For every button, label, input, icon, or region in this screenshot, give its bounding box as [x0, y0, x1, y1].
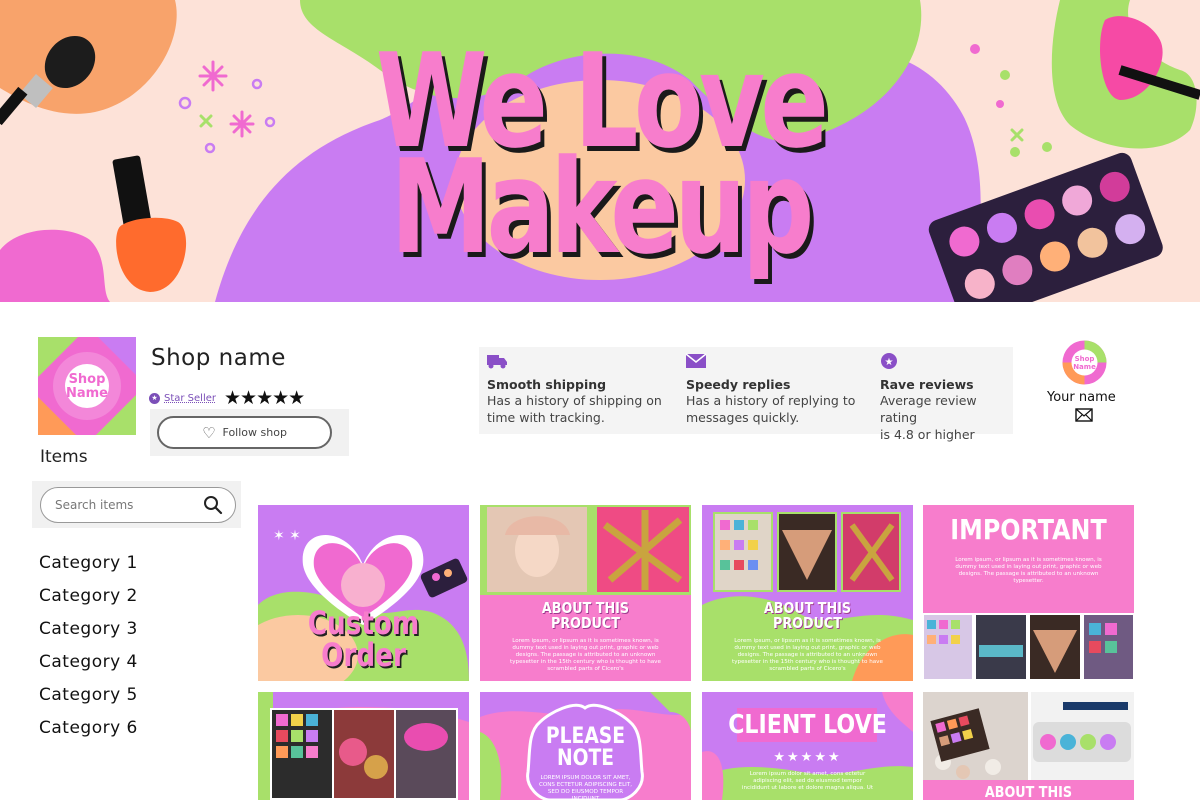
logo-text-line2: Name: [66, 386, 108, 401]
category-item[interactable]: Category 1: [39, 553, 138, 586]
stat-desc: Average review rating: [880, 393, 977, 425]
heart-icon: ♡: [202, 423, 216, 442]
card-title: PLEASE NOTE: [545, 724, 626, 771]
avatar-text-line1: Shop: [1075, 355, 1095, 363]
rating-stars: ★★★★★: [224, 387, 305, 409]
search-icon[interactable]: [203, 495, 223, 515]
category-item[interactable]: Category 2: [39, 586, 138, 619]
product-card-about-2[interactable]: ABOUT THIS PRODUCT Lorem ipsum, or lipsu…: [702, 505, 913, 681]
client-stars: ★★★★★: [773, 750, 842, 765]
truck-icon: [487, 355, 507, 369]
card-title: Custom Order: [307, 604, 420, 674]
star-badge-icon: ★: [881, 353, 897, 369]
shop-name: Shop name: [151, 345, 286, 371]
product-card-palettes[interactable]: [258, 692, 469, 800]
card-body: Lorem ipsum, or lipsum as it is sometime…: [510, 638, 661, 672]
card-body: LOREM IPSUM DOLOR SIT AMET, CONS ECTETUR…: [538, 775, 633, 800]
search-input[interactable]: [55, 498, 195, 512]
product-card-custom-order[interactable]: ✶ ✶ Custom Order: [258, 505, 469, 681]
shop-logo[interactable]: Shop Name: [38, 337, 136, 435]
card-title: ABOUT THIS PRODUCT: [541, 599, 630, 632]
card-artwork: [258, 692, 469, 800]
envelope-icon: [685, 353, 707, 368]
stat-shipping: Smooth shipping Has a history of shippin…: [487, 353, 662, 426]
card-title: ABOUT THIS PRODUCT: [763, 599, 852, 632]
svg-text:★: ★: [885, 357, 894, 368]
star-seller-badge: ★ Star Seller ★★★★★: [149, 387, 305, 409]
stat-desc: messages quickly.: [686, 410, 800, 425]
star-seller-icon: ★: [149, 392, 160, 404]
category-item[interactable]: Category 5: [39, 685, 138, 718]
category-item[interactable]: Category 4: [39, 652, 138, 685]
shop-banner: We Love Makeup: [0, 0, 1200, 302]
search-box[interactable]: [40, 487, 236, 523]
stat-desc: is 4.8 or higher: [880, 427, 975, 442]
card-title: IMPORTANT: [950, 513, 1107, 546]
stat-desc: Has a history of replying to: [686, 393, 856, 408]
shop-stats-bar: Smooth shipping Has a history of shippin…: [479, 347, 1013, 442]
star-seller-label[interactable]: Star Seller: [164, 393, 216, 404]
product-card-about-1[interactable]: ABOUT THIS PRODUCT Lorem ipsum, or lipsu…: [480, 505, 691, 681]
card-title: CLIENT LOVE: [728, 710, 887, 740]
follow-shop-label: Follow shop: [222, 426, 287, 439]
stat-replies: Speedy replies Has a history of replying…: [685, 353, 856, 426]
logo-text-line1: Shop: [69, 372, 106, 387]
card-body: Lorem ipsum dolor sit amet, cons ectetur…: [741, 771, 874, 791]
svg-text:✶ ✶: ✶ ✶: [273, 528, 301, 544]
stat-desc: Has a history of shipping on: [487, 393, 662, 408]
owner-name: Your name: [1047, 390, 1116, 405]
category-list: Category 1 Category 2 Category 3 Categor…: [39, 553, 138, 751]
product-card-please-note[interactable]: PLEASE NOTE LOREM IPSUM DOLOR SIT AMET, …: [480, 692, 691, 800]
stat-reviews: ★ Rave reviews Average review rating is …: [880, 353, 1013, 443]
stat-desc: time with tracking.: [487, 410, 605, 425]
category-item[interactable]: Category 6: [39, 718, 138, 751]
product-card-about-3[interactable]: ABOUT THIS: [923, 692, 1134, 800]
card-title: ABOUT THIS: [984, 783, 1073, 800]
card-body: Lorem ipsum, or lipsum as it is sometime…: [955, 557, 1102, 584]
avatar-text-line2: Name: [1073, 363, 1096, 371]
product-card-important[interactable]: IMPORTANT Lorem ipsum, or lipsum as it i…: [923, 505, 1134, 681]
items-heading: Items: [40, 447, 88, 467]
mail-icon[interactable]: [1075, 408, 1093, 422]
banner-title-line2: Makeup: [390, 131, 814, 283]
stat-title: Speedy replies: [686, 377, 791, 392]
stat-title: Smooth shipping: [487, 377, 607, 392]
card-body: Lorem ipsum, or lipsum as it is sometime…: [732, 638, 883, 672]
stat-title: Rave reviews: [880, 377, 974, 392]
category-item[interactable]: Category 3: [39, 619, 138, 652]
product-card-client-love[interactable]: CLIENT LOVE ★★★★★ Lorem ipsum dolor sit …: [702, 692, 913, 800]
follow-shop-button[interactable]: ♡ Follow shop: [157, 416, 332, 449]
owner-avatar[interactable]: Shop Name: [1062, 340, 1107, 385]
